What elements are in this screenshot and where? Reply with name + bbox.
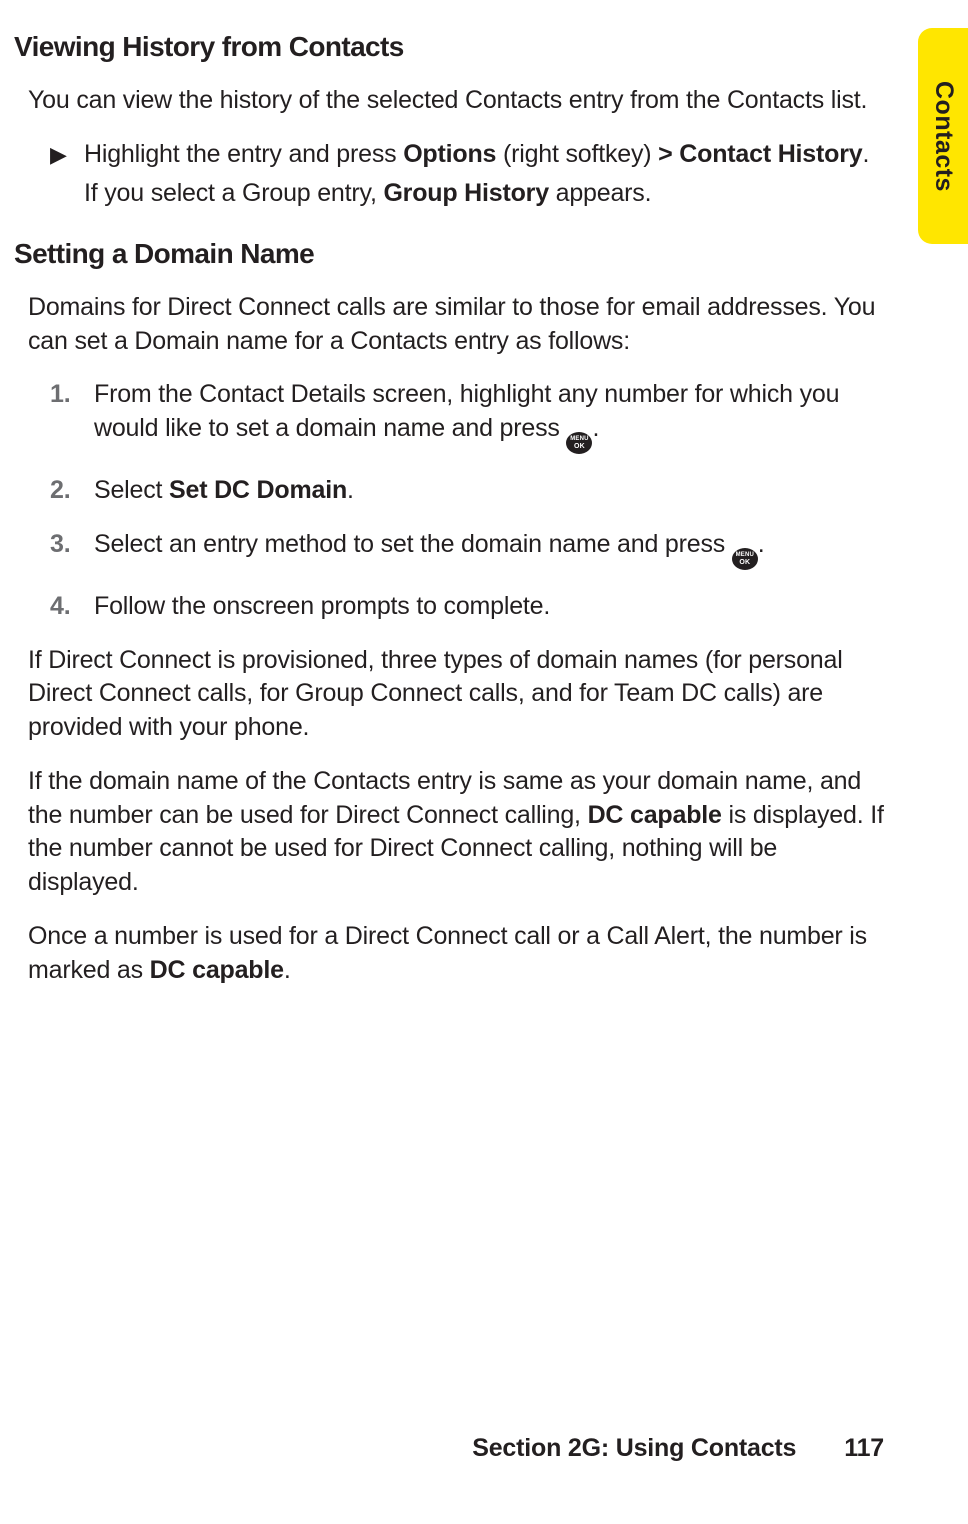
bold-contact-history: > Contact History xyxy=(658,140,862,168)
paragraph: If the domain name of the Contacts entry… xyxy=(28,765,894,900)
text: . xyxy=(758,530,765,558)
text: appears. xyxy=(549,179,651,207)
side-tab-label: Contacts xyxy=(926,81,960,192)
heading-setting-domain: Setting a Domain Name xyxy=(14,235,894,273)
step-number: 4. xyxy=(50,590,94,624)
step-2: 2. Select Set DC Domain. xyxy=(50,474,894,508)
bold-group-history: Group History xyxy=(383,179,548,207)
text: From the Contact Details screen, highlig… xyxy=(94,380,839,442)
text: Highlight the entry and press xyxy=(84,140,403,168)
text: . xyxy=(592,414,599,442)
text: . xyxy=(862,140,869,168)
bold-dc-capable: DC capable xyxy=(150,956,284,984)
footer-section: Section 2G: Using Contacts xyxy=(472,1434,796,1462)
step-number: 3. xyxy=(50,528,94,570)
text: (right softkey) xyxy=(496,140,658,168)
text: Select an entry method to set the domain… xyxy=(94,530,732,558)
bold-dc-capable: DC capable xyxy=(588,801,722,829)
menu-ok-icon: MENUOK xyxy=(732,548,758,570)
paragraph: If Direct Connect is provisioned, three … xyxy=(28,644,894,745)
step-body: Follow the onscreen prompts to complete. xyxy=(94,590,894,624)
bullet-line-1: Highlight the entry and press Options (r… xyxy=(84,138,894,172)
step-body: Select Set DC Domain. xyxy=(94,474,894,508)
text: If you select a Group entry, xyxy=(84,179,383,207)
page-content: Viewing History from Contacts You can vi… xyxy=(14,28,894,1007)
bullet-line-2: If you select a Group entry, Group Histo… xyxy=(84,177,894,211)
heading-viewing-history: Viewing History from Contacts xyxy=(14,28,894,66)
text: . xyxy=(347,476,354,504)
bold-set-dc-domain: Set DC Domain xyxy=(169,476,347,504)
step-body: Select an entry method to set the domain… xyxy=(94,528,894,570)
triangle-bullet-icon: ▶ xyxy=(50,138,84,212)
step-4: 4. Follow the onscreen prompts to comple… xyxy=(50,590,894,624)
intro-paragraph-1: You can view the history of the selected… xyxy=(28,84,894,118)
intro-paragraph-2: Domains for Direct Connect calls are sim… xyxy=(28,291,894,359)
step-number: 2. xyxy=(50,474,94,508)
side-tab: Contacts xyxy=(918,28,968,244)
page-footer: Section 2G: Using Contacts 117 xyxy=(0,1432,968,1466)
text: . xyxy=(284,956,291,984)
menu-ok-icon: MENUOK xyxy=(566,432,592,454)
step-body: From the Contact Details screen, highlig… xyxy=(94,378,894,454)
text: Select xyxy=(94,476,169,504)
footer-page-number: 117 xyxy=(844,1434,884,1462)
paragraph: Once a number is used for a Direct Conne… xyxy=(28,920,894,988)
bullet-item: ▶ Highlight the entry and press Options … xyxy=(50,138,894,212)
bold-options: Options xyxy=(403,140,496,168)
step-number: 1. xyxy=(50,378,94,454)
step-3: 3. Select an entry method to set the dom… xyxy=(50,528,894,570)
step-1: 1. From the Contact Details screen, high… xyxy=(50,378,894,454)
